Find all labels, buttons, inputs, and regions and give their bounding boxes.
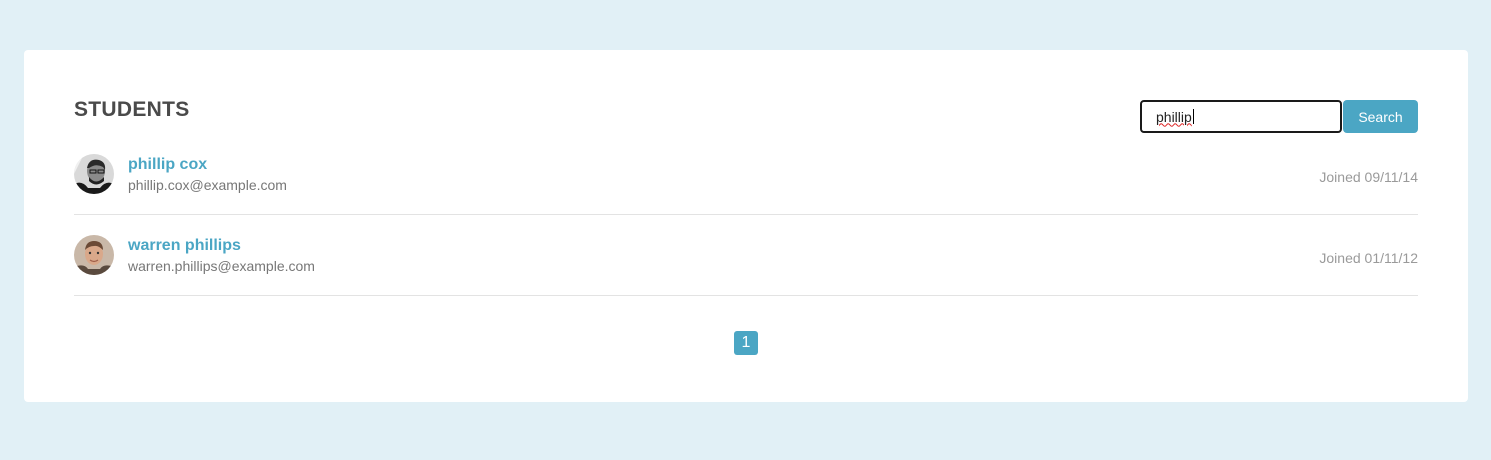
- student-row: warren phillips warren.phillips@example.…: [74, 215, 1418, 296]
- search-input-value: phillip: [1156, 108, 1192, 125]
- text-caret: [1192, 109, 1194, 124]
- search-button[interactable]: Search: [1343, 100, 1418, 133]
- student-name[interactable]: warren phillips: [128, 237, 241, 255]
- joined-date: Joined 01/11/12: [1319, 250, 1418, 266]
- student-email: phillip.cox@example.com: [128, 177, 287, 193]
- student-name[interactable]: phillip cox: [128, 156, 207, 174]
- search-bar: phillip Search: [1140, 100, 1418, 133]
- pagination-page-1[interactable]: 1: [734, 331, 758, 355]
- students-card: STUDENTS phillip Search phillip cox phil…: [24, 50, 1468, 402]
- student-email: warren.phillips@example.com: [128, 258, 315, 274]
- student-list: phillip cox phillip.cox@example.com Join…: [74, 134, 1418, 296]
- avatar-man-glasses-icon[interactable]: [74, 154, 114, 194]
- student-row: phillip cox phillip.cox@example.com Join…: [74, 134, 1418, 215]
- page-title: STUDENTS: [74, 98, 190, 121]
- search-input[interactable]: phillip: [1140, 100, 1342, 133]
- avatar-man-icon[interactable]: [74, 235, 114, 275]
- joined-date: Joined 09/11/14: [1319, 169, 1418, 185]
